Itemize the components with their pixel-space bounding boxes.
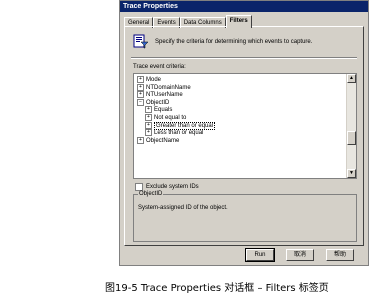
expand-icon[interactable]: + xyxy=(145,129,152,137)
description-groupbox: ObjectID System-assigned ID of the objec… xyxy=(133,191,357,242)
tree-item-label: Not equal to xyxy=(154,115,187,122)
tree-item-label: ObjectName xyxy=(146,137,180,144)
help-button[interactable]: 帮助 xyxy=(326,249,354,261)
description-text: System-assigned ID of the object. xyxy=(138,205,228,211)
tree-item-label: ObjectID xyxy=(146,99,170,106)
tree-item-label: Less than or equal xyxy=(154,130,204,137)
scroll-thumb[interactable] xyxy=(347,131,356,145)
tree-item[interactable]: + Equals xyxy=(134,106,346,114)
window-title: Trace Properties xyxy=(120,1,368,12)
exclude-system-ids-label: Exclude system IDs xyxy=(146,184,199,190)
figure-caption: 图19-5 Trace Properties 对话框 – Filters 标签页 xyxy=(105,283,329,294)
tree-item-label: NTUserName xyxy=(146,92,183,99)
filters-panel: Specify the criteria for determining whi… xyxy=(124,26,364,246)
criteria-tree[interactable]: + Mode + NTDomainName + NTUserName − ObjectID + E… xyxy=(133,73,357,179)
description-title: ObjectID xyxy=(138,191,164,197)
tree-item-label: Equals xyxy=(154,107,173,114)
tree-item[interactable]: + Not equal to xyxy=(134,113,346,122)
expand-icon[interactable]: + xyxy=(137,91,144,99)
cancel-button[interactable]: 取消 xyxy=(286,249,314,261)
scroll-down-icon[interactable]: ▼ xyxy=(347,169,356,178)
tree-item-label: Mode xyxy=(146,77,162,84)
tree-item[interactable]: + NTDomainName xyxy=(134,83,346,92)
expand-icon[interactable]: + xyxy=(137,76,144,83)
expand-icon[interactable]: + xyxy=(137,83,144,91)
tree-item[interactable]: − ObjectID xyxy=(134,98,346,107)
tree-item[interactable]: + Less than or equal xyxy=(134,129,346,137)
tree-item[interactable]: + NTUserName xyxy=(134,91,346,99)
criteria-label: Trace event criteria: xyxy=(133,64,186,70)
expand-icon[interactable]: + xyxy=(145,106,152,114)
tree-item-label: NTDomainName xyxy=(146,84,191,91)
header-divider xyxy=(131,57,357,59)
expand-icon[interactable]: + xyxy=(137,136,144,144)
tree-scrollbar[interactable]: ▲ ▼ xyxy=(346,74,356,178)
tree-item[interactable]: + Mode xyxy=(134,76,346,84)
exclude-system-ids-row[interactable]: Exclude system IDs xyxy=(135,183,199,191)
trace-properties-dialog: Trace Properties General Events Data Col… xyxy=(119,0,369,266)
exclude-system-ids-checkbox[interactable] xyxy=(135,183,143,191)
expand-icon[interactable]: + xyxy=(145,113,152,121)
filter-properties-icon xyxy=(133,34,149,49)
run-button[interactable]: Run xyxy=(245,248,275,262)
scroll-up-icon[interactable]: ▲ xyxy=(347,74,356,83)
tab-filters[interactable]: Filters xyxy=(225,15,252,28)
tree-item[interactable]: + Greater than or equal xyxy=(134,121,346,130)
button-row: Run 取消 帮助 xyxy=(120,248,368,263)
collapse-icon[interactable]: − xyxy=(137,98,144,106)
tree-item[interactable]: + ObjectName xyxy=(134,136,346,145)
criteria-list: + Mode + NTDomainName + NTUserName − ObjectID + E… xyxy=(134,76,346,144)
filters-description: Specify the criteria for determining whi… xyxy=(155,39,313,45)
expand-icon[interactable]: + xyxy=(145,121,152,129)
